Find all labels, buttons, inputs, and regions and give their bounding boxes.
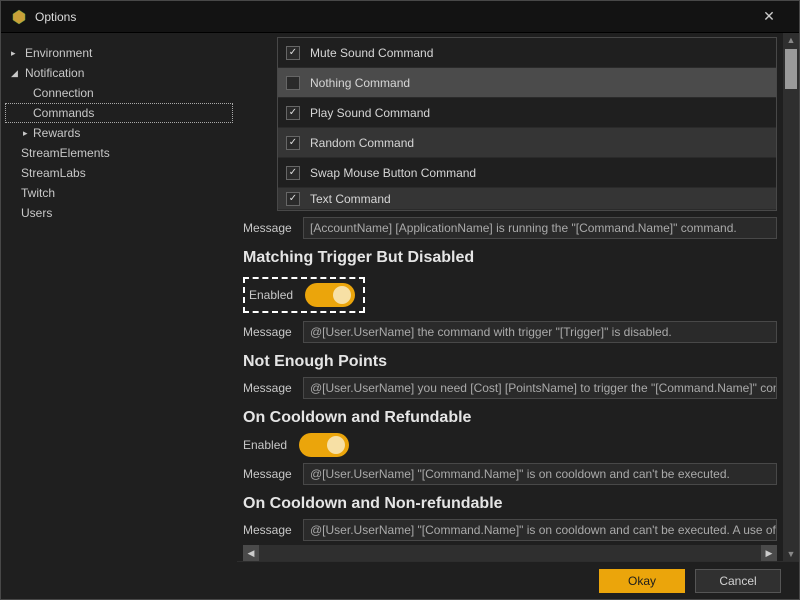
tree-label: Notification [25, 66, 84, 80]
commands-list: ✓ Mute Sound Command ✓ Nothing Command ✓… [277, 37, 777, 211]
field-label: Message [243, 523, 295, 537]
highlight-annotation: Enabled [243, 277, 365, 313]
content-panel: ✓ Mute Sound Command ✓ Nothing Command ✓… [237, 33, 783, 561]
scroll-down-icon[interactable]: ▼ [783, 549, 799, 559]
tree-label: StreamLabs [21, 166, 86, 180]
tree-item-users[interactable]: Users [5, 203, 233, 223]
tree-item-twitch[interactable]: Twitch [5, 183, 233, 203]
message-input[interactable]: [AccountName] [ApplicationName] is runni… [303, 217, 777, 239]
command-label: Play Sound Command [310, 106, 430, 120]
tree-label: Users [21, 206, 52, 220]
tree-item-streamelements[interactable]: StreamElements [5, 143, 233, 163]
command-row[interactable]: ✓ Random Command [278, 128, 776, 158]
checkbox-icon[interactable]: ✓ [286, 166, 300, 180]
scroll-right-icon[interactable]: ▶ [761, 545, 777, 561]
scroll-track[interactable] [259, 545, 761, 561]
checkbox-icon[interactable]: ✓ [286, 106, 300, 120]
message-input[interactable]: @[User.UserName] you need [Cost] [Points… [303, 377, 777, 399]
command-row[interactable]: ✓ Mute Sound Command [278, 38, 776, 68]
tree-label: Environment [25, 46, 92, 60]
checkbox-icon[interactable]: ✓ [286, 136, 300, 150]
tree-item-streamlabs[interactable]: StreamLabs [5, 163, 233, 183]
window-title: Options [35, 10, 741, 24]
checkbox-icon[interactable]: ✓ [286, 46, 300, 60]
tree-label: StreamElements [21, 146, 110, 160]
field-label: Message [243, 325, 295, 339]
dialog-footer: Okay Cancel [237, 561, 799, 599]
section-heading: Matching Trigger But Disabled [243, 249, 777, 267]
message-field-row: Message @[User.UserName] "[Command.Name]… [243, 519, 777, 541]
chevron-right-icon: ▸ [23, 128, 33, 139]
chevron-right-icon: ▸ [11, 48, 21, 59]
toggle-label: Enabled [249, 288, 297, 302]
enabled-toggle[interactable] [305, 283, 355, 307]
checkbox-icon[interactable]: ✓ [286, 76, 300, 90]
section-heading: On Cooldown and Non-refundable [243, 495, 777, 513]
field-label: Message [243, 221, 295, 235]
command-row[interactable]: ✓ Text Command [278, 188, 776, 210]
checkbox-icon[interactable]: ✓ [286, 192, 300, 206]
command-label: Mute Sound Command [310, 46, 433, 60]
chevron-down-icon: ◢ [11, 68, 21, 79]
tree-label: Rewards [33, 126, 80, 140]
toggle-label: Enabled [243, 438, 291, 452]
tree-item-commands[interactable]: Commands [5, 103, 233, 123]
tree-label: Twitch [21, 186, 55, 200]
okay-button[interactable]: Okay [599, 569, 685, 593]
command-label: Text Command [310, 192, 391, 206]
field-label: Message [243, 467, 295, 481]
close-button[interactable]: ✕ [749, 8, 789, 25]
scroll-left-icon[interactable]: ◀ [243, 545, 259, 561]
tree-label: Commands [33, 106, 94, 120]
horizontal-scrollbar[interactable]: ◀ ▶ [243, 545, 777, 561]
scroll-thumb[interactable] [785, 49, 797, 89]
command-label: Random Command [310, 136, 414, 150]
message-field-row: Message @[User.UserName] "[Command.Name]… [243, 463, 777, 485]
cancel-button[interactable]: Cancel [695, 569, 781, 593]
enabled-toggle[interactable] [299, 433, 349, 457]
vertical-scrollbar[interactable]: ▲ ▼ [783, 33, 799, 561]
section-heading: Not Enough Points [243, 353, 777, 371]
scroll-up-icon[interactable]: ▲ [783, 35, 799, 45]
tree-item-rewards[interactable]: ▸ Rewards [5, 123, 233, 143]
tree-item-environment[interactable]: ▸ Environment [5, 43, 233, 63]
command-row[interactable]: ✓ Swap Mouse Button Command [278, 158, 776, 188]
message-field-row: Message @[User.UserName] the command wit… [243, 321, 777, 343]
tree-label: Connection [33, 86, 94, 100]
toggle-row: Enabled [243, 433, 777, 457]
command-row[interactable]: ✓ Nothing Command [278, 68, 776, 98]
sidebar-tree: ▸ Environment ◢ Notification Connection … [1, 33, 237, 599]
message-input[interactable]: @[User.UserName] "[Command.Name]" is on … [303, 519, 777, 541]
message-input[interactable]: @[User.UserName] the command with trigge… [303, 321, 777, 343]
tree-item-notification[interactable]: ◢ Notification [5, 63, 233, 83]
titlebar: Options ✕ [1, 1, 799, 33]
command-label: Nothing Command [310, 76, 410, 90]
command-row[interactable]: ✓ Play Sound Command [278, 98, 776, 128]
message-field-row: Message @[User.UserName] you need [Cost]… [243, 377, 777, 399]
field-label: Message [243, 381, 295, 395]
app-icon [11, 9, 27, 25]
command-label: Swap Mouse Button Command [310, 166, 476, 180]
tree-item-connection[interactable]: Connection [5, 83, 233, 103]
message-input[interactable]: @[User.UserName] "[Command.Name]" is on … [303, 463, 777, 485]
message-field-row: Message [AccountName] [ApplicationName] … [243, 217, 777, 239]
section-heading: On Cooldown and Refundable [243, 409, 777, 427]
